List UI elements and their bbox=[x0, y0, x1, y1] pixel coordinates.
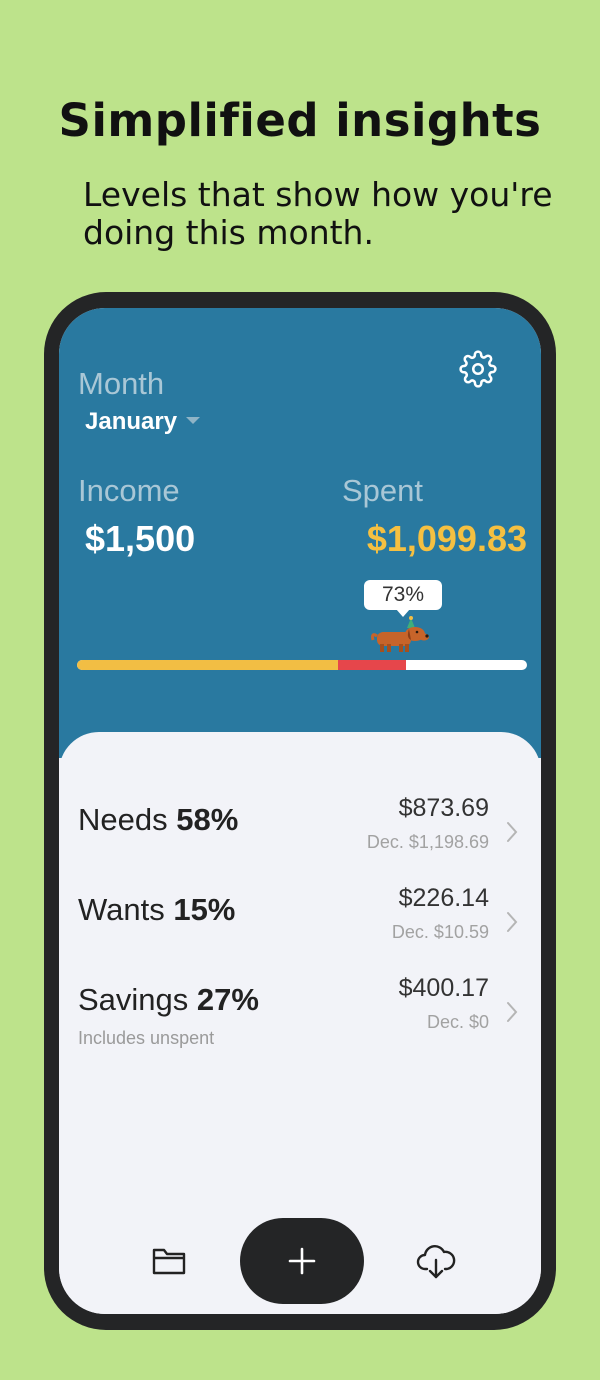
category-label: Wants bbox=[78, 892, 165, 927]
category-previous: Dec. $10.59 bbox=[391, 922, 489, 942]
category-percent: 15% bbox=[173, 892, 236, 927]
cloud-download-icon[interactable] bbox=[416, 1242, 456, 1282]
add-button[interactable] bbox=[240, 1218, 364, 1304]
category-row-savings[interactable]: Savings 27% Includes unspent $400.17 Dec… bbox=[59, 972, 541, 1052]
category-row-wants[interactable]: Wants 15% $226.14 Dec. $10.59 bbox=[59, 882, 541, 962]
category-name: Savings 27% bbox=[78, 982, 259, 1018]
chevron-right-icon bbox=[507, 822, 518, 842]
month-dropdown[interactable]: January bbox=[85, 408, 201, 436]
wants-segment bbox=[338, 660, 406, 670]
gear-icon[interactable] bbox=[459, 350, 497, 388]
promo-subline: Levels that show how you're doing this m… bbox=[83, 175, 553, 252]
month-label: Month bbox=[78, 366, 165, 401]
app-screen: Month January Income Spent $1,500 $1,099… bbox=[59, 308, 541, 1314]
chevron-right-icon bbox=[507, 1002, 518, 1022]
category-amount: $400.17 bbox=[398, 974, 489, 1002]
category-name: Needs 58% bbox=[78, 802, 238, 838]
category-previous: Dec. $1,198.69 bbox=[366, 832, 489, 852]
plus-icon bbox=[288, 1247, 316, 1275]
spent-label: Spent bbox=[342, 473, 424, 508]
category-amount: $873.69 bbox=[398, 794, 489, 822]
spending-progress-bar bbox=[77, 660, 527, 670]
category-label: Savings bbox=[78, 982, 189, 1017]
income-label: Income bbox=[78, 473, 180, 508]
promo-headline: Simplified insights bbox=[58, 94, 542, 147]
income-value: $1,500 bbox=[85, 518, 196, 559]
category-note: Includes unspent bbox=[78, 1028, 215, 1048]
caret-down-icon bbox=[186, 417, 201, 425]
needs-segment bbox=[77, 660, 338, 670]
chevron-right-icon bbox=[507, 912, 518, 932]
category-percent: 58% bbox=[176, 802, 239, 837]
category-row-needs[interactable]: Needs 58% $873.69 Dec. $1,198.69 bbox=[59, 792, 541, 872]
summary-header: Month January Income Spent $1,500 $1,099… bbox=[59, 308, 541, 758]
folder-icon[interactable] bbox=[151, 1245, 187, 1277]
month-value: January bbox=[85, 408, 178, 435]
spent-percent-bubble: 73% bbox=[364, 580, 442, 617]
category-label: Needs bbox=[78, 802, 168, 837]
category-amount: $226.14 bbox=[398, 884, 489, 912]
category-name: Wants 15% bbox=[78, 892, 235, 928]
category-percent: 27% bbox=[196, 982, 259, 1017]
category-previous: Dec. $0 bbox=[426, 1012, 489, 1032]
dachshund-mascot-icon bbox=[371, 616, 429, 652]
spent-value: $1,099.83 bbox=[366, 518, 527, 559]
